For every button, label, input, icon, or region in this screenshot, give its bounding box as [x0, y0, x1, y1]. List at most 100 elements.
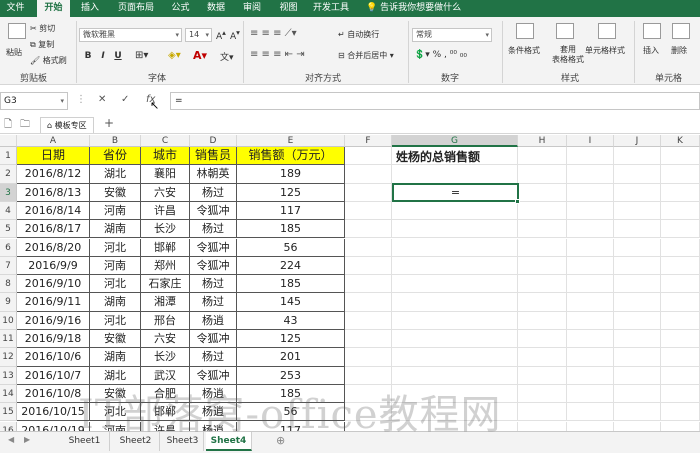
empty-cell[interactable] — [614, 384, 661, 404]
row-header[interactable]: 10 — [0, 311, 17, 330]
add-tab-button[interactable]: + — [104, 116, 114, 130]
grow-font-button[interactable]: A▴ — [216, 28, 226, 42]
table-cell[interactable]: 2016/10/6 — [17, 348, 90, 367]
table-cell[interactable]: 杨逍 — [190, 421, 237, 431]
empty-cell[interactable] — [567, 421, 614, 431]
empty-cell[interactable] — [518, 183, 567, 202]
table-cell[interactable]: 杨逍 — [190, 311, 237, 330]
tab-3[interactable]: 页面布局 — [110, 0, 162, 17]
table-cell[interactable]: 2016/8/17 — [17, 220, 90, 239]
table-cell[interactable]: 杨过 — [190, 220, 237, 239]
table-cell[interactable]: 郑州 — [141, 256, 190, 276]
sheet-tab-sheet2[interactable]: Sheet2 — [112, 432, 160, 451]
table-cell[interactable]: 43 — [237, 311, 345, 330]
empty-cell[interactable] — [345, 403, 392, 422]
font-color-icon[interactable]: A▾ — [193, 49, 207, 62]
delete-cells-button[interactable]: 删除 — [671, 45, 687, 56]
empty-cell[interactable] — [567, 348, 614, 367]
align-left-icon[interactable]: ≡ ≡ ≡ ⇤ ⇥ — [250, 49, 305, 60]
bold-button[interactable]: B — [82, 50, 94, 62]
empty-cell[interactable] — [614, 165, 661, 184]
table-cell[interactable]: 石家庄 — [141, 275, 190, 294]
empty-cell[interactable] — [392, 421, 518, 431]
header-cell[interactable]: 省份 — [90, 147, 141, 166]
empty-cell[interactable] — [518, 421, 567, 431]
table-cell[interactable]: 2016/9/16 — [17, 311, 90, 330]
table-cell[interactable]: 杨逍 — [190, 384, 237, 404]
tab-0[interactable]: 文件 — [0, 0, 31, 17]
table-cell[interactable]: 河南 — [90, 421, 141, 431]
table-cell[interactable]: 2016/10/7 — [17, 366, 90, 385]
sheet-tab-sheet3[interactable]: Sheet3 — [162, 432, 204, 451]
fill-color-icon[interactable]: ◈▾ — [168, 50, 181, 61]
tab-4[interactable]: 公式 — [164, 0, 197, 17]
empty-cell[interactable] — [567, 311, 614, 330]
table-cell[interactable]: 2016/9/11 — [17, 293, 90, 312]
empty-cell[interactable] — [661, 183, 700, 202]
enter-icon[interactable]: ✓ — [121, 94, 129, 105]
empty-cell[interactable] — [614, 293, 661, 312]
borders-icon[interactable]: ⊞▾ — [135, 50, 148, 61]
column-header-G[interactable]: G — [392, 135, 518, 147]
empty-cell[interactable] — [614, 348, 661, 367]
row-header[interactable]: 2 — [0, 165, 17, 184]
table-cell[interactable]: 杨过 — [190, 348, 237, 367]
table-cell[interactable]: 邯郸 — [141, 403, 190, 422]
name-box[interactable]: G3 ▾ — [0, 92, 68, 110]
header-cell[interactable]: 销售员 — [190, 147, 237, 166]
empty-cell[interactable] — [392, 330, 518, 349]
empty-cell[interactable] — [345, 348, 392, 367]
font-name-select[interactable]: 微软雅黑 ▾ — [79, 28, 182, 42]
empty-cell[interactable] — [567, 275, 614, 294]
empty-cell[interactable] — [567, 165, 614, 184]
tell-me-box[interactable]: 💡 告诉我你想要做什么 — [366, 0, 461, 17]
table-cell[interactable]: 长沙 — [141, 348, 190, 367]
tab-1[interactable]: 开始 — [37, 0, 70, 17]
empty-cell[interactable] — [345, 275, 392, 294]
table-cell[interactable]: 2016/9/18 — [17, 330, 90, 349]
row-header[interactable]: 11 — [0, 330, 17, 349]
empty-cell[interactable] — [518, 201, 567, 221]
format-painter-button[interactable]: 🖌 格式刷 — [30, 55, 67, 66]
column-header-H[interactable]: H — [518, 135, 567, 147]
column-header-A[interactable]: A — [17, 135, 90, 147]
table-cell[interactable]: 河北 — [90, 403, 141, 422]
empty-cell[interactable] — [567, 330, 614, 349]
row-header[interactable]: 12 — [0, 348, 17, 367]
empty-cell[interactable] — [345, 201, 392, 221]
table-cell[interactable]: 湖北 — [90, 165, 141, 184]
empty-cell[interactable] — [345, 256, 392, 276]
table-cell[interactable]: 林朝英 — [190, 165, 237, 184]
empty-cell[interactable] — [661, 311, 700, 330]
table-cell[interactable]: 六安 — [141, 183, 190, 202]
fill-handle[interactable] — [515, 198, 520, 204]
empty-cell[interactable] — [614, 220, 661, 239]
select-all-corner[interactable] — [0, 135, 17, 147]
table-cell[interactable]: 117 — [237, 201, 345, 221]
empty-cell[interactable] — [661, 293, 700, 312]
row-header[interactable]: 6 — [0, 238, 17, 257]
align-top-icon[interactable]: ≡ ≡ ≡ ⟋▾ — [250, 28, 297, 39]
tab-8[interactable]: 开发工具 — [308, 0, 354, 17]
empty-cell[interactable] — [661, 330, 700, 349]
column-header-C[interactable]: C — [141, 135, 190, 147]
empty-cell[interactable] — [661, 384, 700, 404]
empty-cell[interactable] — [392, 384, 518, 404]
empty-cell[interactable] — [392, 220, 518, 239]
table-cell[interactable]: 河南 — [90, 201, 141, 221]
empty-cell[interactable] — [518, 275, 567, 294]
column-header-E[interactable]: E — [237, 135, 345, 147]
currency-icon[interactable]: 💲▾ % , ⁰⁰ ₀₀ — [414, 50, 467, 60]
tab-7[interactable]: 视图 — [271, 0, 306, 17]
row-header[interactable]: 7 — [0, 256, 17, 276]
table-cell[interactable]: 185 — [237, 220, 345, 239]
empty-cell[interactable] — [614, 421, 661, 431]
table-cell[interactable]: 邢台 — [141, 311, 190, 330]
conditional-format-icon[interactable] — [516, 23, 534, 39]
empty-cell[interactable] — [661, 348, 700, 367]
empty-cell[interactable] — [661, 165, 700, 184]
table-cell[interactable]: 杨过 — [190, 183, 237, 202]
empty-cell[interactable] — [567, 256, 614, 276]
table-cell[interactable]: 湖北 — [90, 366, 141, 385]
row-header[interactable]: 15 — [0, 403, 17, 422]
